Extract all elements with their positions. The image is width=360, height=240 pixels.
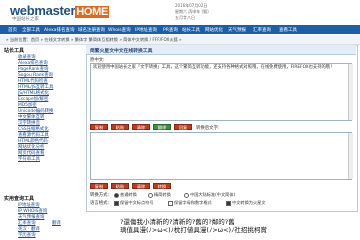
- convert-mode-label: 转换方式:: [90, 193, 110, 198]
- sidebar-link[interactable]: 学历查询: [18, 232, 36, 238]
- panel-title: 简繁火星文中文在线转换工具: [90, 49, 153, 54]
- checkbox-icon[interactable]: [168, 200, 173, 206]
- convert-option-simple[interactable]: 精简转换: [148, 192, 171, 198]
- main-nav: 首页 全部工具 Alexa排名查询 域名注册查询 Whois查询 IP地址查询 …: [0, 25, 360, 34]
- nav-item[interactable]: 全部工具: [22, 27, 40, 33]
- clear-button-2[interactable]: 清除: [132, 183, 150, 189]
- clear-button[interactable]: 清除: [132, 124, 150, 130]
- nav-item[interactable]: 站长工具: [182, 27, 200, 33]
- translate-button[interactable]: 翻译: [153, 124, 171, 130]
- radio-icon[interactable]: [114, 192, 119, 198]
- nav-item[interactable]: PR查询: [163, 27, 178, 33]
- paste-button[interactable]: 粘贴: [111, 124, 129, 130]
- output-scrollbar[interactable]: [348, 133, 353, 179]
- format-label: 语言格式:: [90, 201, 110, 206]
- convert-button[interactable]: 转换: [153, 183, 171, 189]
- copy-button-2[interactable]: 复制: [90, 183, 108, 189]
- format-option-martian[interactable]: 中文转换为火星文: [226, 200, 266, 206]
- paste-button-2[interactable]: 粘贴: [111, 183, 129, 189]
- source-text-input[interactable]: 欢迎使用中国站长之家「文字转换」工具，这个繁简互转功能，还支持各种格式对照哦，在…: [90, 63, 352, 121]
- date-lunar: 五月廿八日: [175, 15, 195, 20]
- sidebar: 站长工具 收录查询 Alexa排名查询 PageRank查询 Sogou Ran…: [0, 45, 80, 240]
- nav-item[interactable]: Alexa排名查询: [44, 27, 74, 33]
- sidebar-section-title: 实用查询工具: [4, 196, 35, 202]
- result-line: ?還傷我小清新的?清新的?舊的?鄰的?舊: [120, 218, 235, 226]
- convert-option-normal[interactable]: 普通转换: [114, 192, 137, 198]
- martian-text-result: ?還傷我小清新的?清新的?舊的?鄰的?舊 璃值具漫(ﾉ>ω<)ﾉ枕打値具漫(ﾉ>…: [120, 218, 320, 234]
- sidebar-section-title: 站长工具: [4, 48, 25, 54]
- date-box: 2016年07月02日 星期六 丙申年 (猴) 五月廿八日: [175, 3, 227, 21]
- reply-button[interactable]: 回复: [174, 124, 192, 130]
- nav-item[interactable]: 汇率查询: [253, 27, 271, 33]
- format-option-punctuation[interactable]: 保留中文标点符号: [114, 200, 154, 206]
- nav-item[interactable]: IP地址查询: [135, 27, 157, 33]
- checkbox-icon[interactable]: [226, 200, 231, 206]
- nav-item[interactable]: 查看工具: [279, 27, 297, 33]
- copy-button[interactable]: 复制: [90, 124, 108, 130]
- output-label: 转换后文字:: [196, 126, 220, 131]
- nav-item[interactable]: 首页: [8, 27, 17, 33]
- radio-icon[interactable]: [184, 192, 189, 198]
- breadcrumb: » 当前位置：首页 » 在线文字转换 » 繁体字 繁简体互相转换 » 简体中文转…: [6, 37, 182, 42]
- nav-item[interactable]: 网站优化: [205, 27, 223, 33]
- nav-item[interactable]: Whois查询: [108, 27, 131, 33]
- checkbox-icon[interactable]: [114, 200, 119, 206]
- nav-item[interactable]: 天气预报: [228, 27, 246, 33]
- convert-option-mainland[interactable]: 中国大陆标准(中文简体): [184, 192, 235, 198]
- result-text-output[interactable]: [90, 132, 352, 180]
- input-scrollbar[interactable]: [348, 64, 353, 120]
- sidebar-link[interactable]: 字符串工具: [18, 156, 40, 162]
- result-line: 璃值具漫(ﾉ>ω<)ﾉ枕打値具漫(ﾉ>ω<)ﾉ社招挑柯賞: [120, 226, 267, 234]
- radio-icon[interactable]: [148, 192, 153, 198]
- format-option-alnum[interactable]: 保留字母和数字格式: [168, 200, 212, 206]
- sidebar-link[interactable]: 翻译: [52, 220, 61, 226]
- nav-item[interactable]: 域名注册查询: [78, 27, 105, 33]
- logo-subtitle: 中国站长之家: [12, 17, 39, 22]
